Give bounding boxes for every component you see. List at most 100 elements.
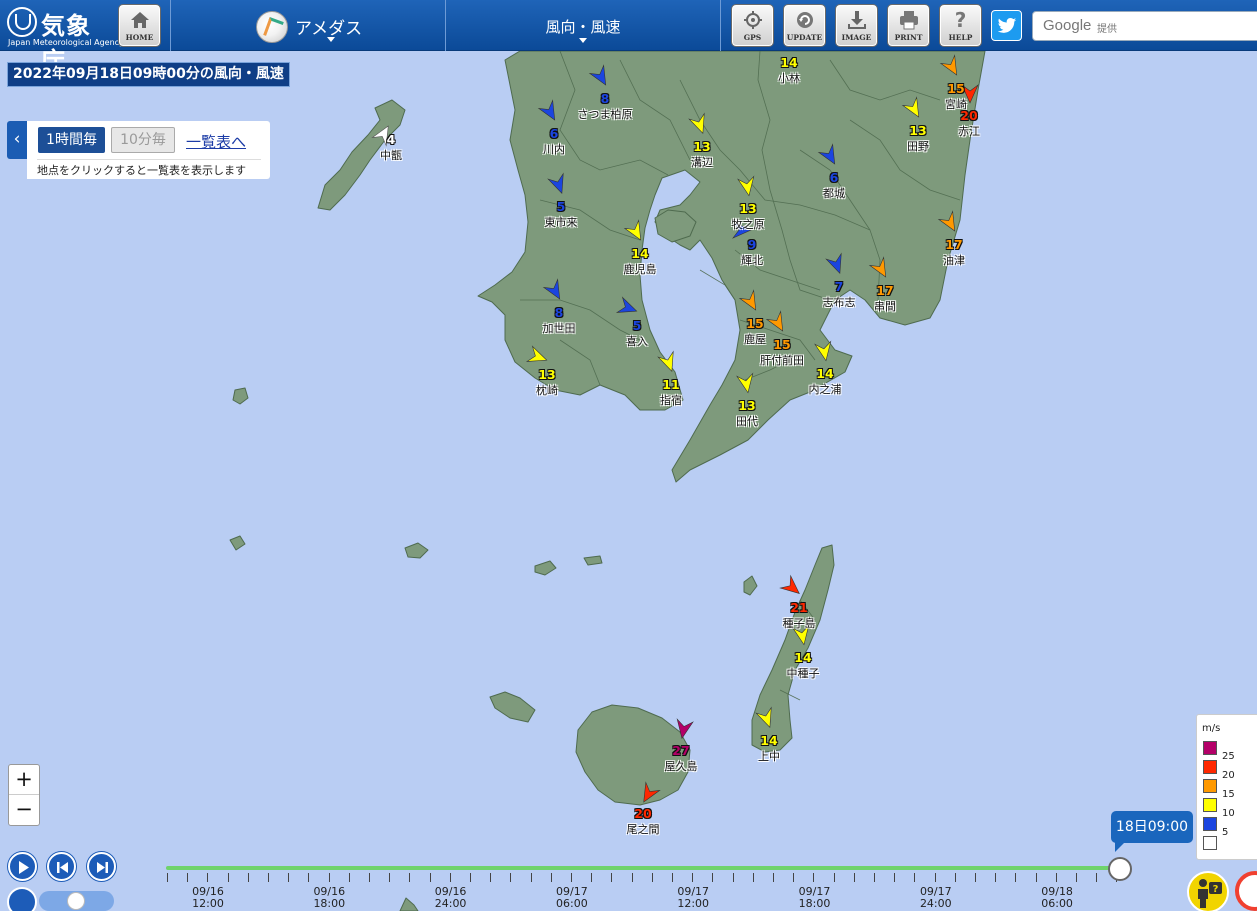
station-wind-speed[interactable]: 13 xyxy=(693,139,710,154)
skip-back-icon xyxy=(57,862,68,873)
home-label: HOME xyxy=(125,33,154,42)
help-button[interactable]: ? HELP xyxy=(939,4,982,47)
crosshair-icon xyxy=(742,10,764,30)
station-name[interactable]: 指宿 xyxy=(660,392,682,408)
station-wind-speed[interactable]: 27 xyxy=(672,743,689,758)
station-name[interactable]: さつま柏原 xyxy=(578,106,633,122)
station-wind-speed[interactable]: 5 xyxy=(633,318,642,333)
station-name[interactable]: 内之浦 xyxy=(809,381,842,397)
station-wind-speed[interactable]: 8 xyxy=(601,91,610,106)
play-button[interactable] xyxy=(8,852,37,881)
station-name[interactable]: 牧之原 xyxy=(732,216,765,232)
timeline-tick xyxy=(571,873,572,882)
station-name[interactable]: 枕崎 xyxy=(536,382,558,398)
station-name[interactable]: 志布志 xyxy=(823,294,856,310)
step-forward-button[interactable] xyxy=(87,852,116,881)
station-wind-speed[interactable]: 13 xyxy=(738,398,755,413)
step-back-button[interactable] xyxy=(47,852,76,881)
station-wind-speed[interactable]: 20 xyxy=(634,806,651,821)
station-wind-speed[interactable]: 14 xyxy=(631,246,648,261)
timeline-tick xyxy=(955,873,956,882)
station-name[interactable]: 都城 xyxy=(823,185,845,201)
station-wind-speed[interactable]: 15 xyxy=(947,81,964,96)
station-wind-speed[interactable]: 14 xyxy=(816,366,833,381)
station-wind-speed[interactable]: 14 xyxy=(794,650,811,665)
station-name[interactable]: 中種子 xyxy=(787,665,820,681)
station-wind-speed[interactable]: 5 xyxy=(557,199,566,214)
station-wind-speed[interactable]: 15 xyxy=(773,337,790,352)
station-wind-speed[interactable]: 13 xyxy=(739,201,756,216)
zoom-out-button[interactable]: − xyxy=(9,795,39,825)
map-canvas[interactable] xyxy=(0,51,1257,911)
playback-speed-toggle[interactable] xyxy=(39,891,114,911)
speed-gauge-icon[interactable] xyxy=(7,887,37,911)
station-name[interactable]: 田野 xyxy=(907,138,929,154)
station-name[interactable]: 東市来 xyxy=(545,214,578,230)
station-name[interactable]: 屋久島 xyxy=(665,758,698,774)
station-wind-speed[interactable]: 4 xyxy=(387,132,396,147)
station-name[interactable]: 串間 xyxy=(874,298,896,314)
wind-arrow-icon[interactable] xyxy=(779,574,804,600)
google-search-input[interactable]: Google 提供 xyxy=(1032,11,1257,41)
control-panel: 1時間毎 10分毎 一覧表へ 地点をクリックすると一覧表を表示します xyxy=(27,121,270,179)
amedas-menu[interactable]: アメダス xyxy=(171,0,445,51)
station-name[interactable]: 鹿児島 xyxy=(624,261,657,277)
timeline-tick xyxy=(187,873,188,882)
timeline-slider-knob[interactable] xyxy=(1108,857,1132,881)
station-name[interactable]: 赤江 xyxy=(958,123,980,139)
station-name[interactable]: 尾之間 xyxy=(627,821,660,837)
station-name[interactable]: 田代 xyxy=(736,413,758,429)
timeline-label: 09/17 18:00 xyxy=(785,886,845,910)
station-wind-speed[interactable]: 6 xyxy=(830,170,839,185)
station-wind-speed[interactable]: 13 xyxy=(538,367,555,382)
speed-toggle-knob[interactable] xyxy=(67,892,85,910)
home-button[interactable]: HOME xyxy=(118,4,161,47)
timeline-tick xyxy=(712,873,713,882)
station-wind-speed[interactable]: 11 xyxy=(662,377,679,392)
image-button[interactable]: IMAGE xyxy=(835,4,878,47)
station-wind-speed[interactable]: 14 xyxy=(760,733,777,748)
station-wind-speed[interactable]: 8 xyxy=(555,305,564,320)
hourly-interval-button[interactable]: 1時間毎 xyxy=(38,127,105,153)
element-menu[interactable]: 風向・風速 xyxy=(446,0,720,51)
station-name[interactable]: 小林 xyxy=(778,70,800,86)
station-wind-speed[interactable]: 17 xyxy=(945,237,962,252)
station-name[interactable]: 肝付前田 xyxy=(760,352,804,368)
station-wind-speed[interactable]: 17 xyxy=(876,283,893,298)
station-name[interactable]: 輝北 xyxy=(741,252,763,268)
timeline-label-time: 24:00 xyxy=(434,897,467,910)
twitter-button[interactable] xyxy=(991,10,1022,41)
timeline-tick xyxy=(510,873,511,882)
station-name[interactable]: 川内 xyxy=(543,141,565,157)
station-wind-speed[interactable]: 6 xyxy=(550,126,559,141)
user-guide-icon[interactable]: ? xyxy=(1187,871,1229,911)
timeline-label: 09/16 24:00 xyxy=(421,886,481,910)
timeline-slider-track[interactable] xyxy=(166,866,1120,870)
station-name[interactable]: 喜入 xyxy=(626,333,648,349)
station-name[interactable]: 加世田 xyxy=(543,320,576,336)
zoom-in-button[interactable]: + xyxy=(9,765,39,795)
station-name[interactable]: 油津 xyxy=(943,252,965,268)
station-name[interactable]: 鹿屋 xyxy=(744,331,766,347)
jma-logo[interactable]: 気象庁 Japan Meteorological Agency xyxy=(5,5,124,75)
station-name[interactable]: 種子島 xyxy=(783,615,816,631)
gps-label: GPS xyxy=(743,33,762,42)
timeline-tick xyxy=(632,873,633,882)
gps-button[interactable]: GPS xyxy=(731,4,774,47)
panel-collapse-button[interactable]: ‹ xyxy=(7,121,27,159)
timeline-tick xyxy=(834,873,835,882)
station-wind-speed[interactable]: 14 xyxy=(780,55,797,70)
station-name[interactable]: 中甑 xyxy=(380,147,402,163)
table-view-link[interactable]: 一覧表へ xyxy=(186,131,246,152)
station-name[interactable]: 上中 xyxy=(758,748,780,764)
station-wind-speed[interactable]: 9 xyxy=(748,237,757,252)
ten-minute-interval-button[interactable]: 10分毎 xyxy=(111,127,175,153)
print-button[interactable]: PRINT xyxy=(887,4,930,47)
station-wind-speed[interactable]: 15 xyxy=(746,316,763,331)
station-wind-speed[interactable]: 7 xyxy=(835,279,844,294)
station-wind-speed[interactable]: 21 xyxy=(790,600,807,615)
station-name[interactable]: 溝辺 xyxy=(691,154,713,170)
station-wind-speed[interactable]: 13 xyxy=(909,123,926,138)
station-wind-speed[interactable]: 20 xyxy=(960,108,977,123)
update-button[interactable]: UPDATE xyxy=(783,4,826,47)
